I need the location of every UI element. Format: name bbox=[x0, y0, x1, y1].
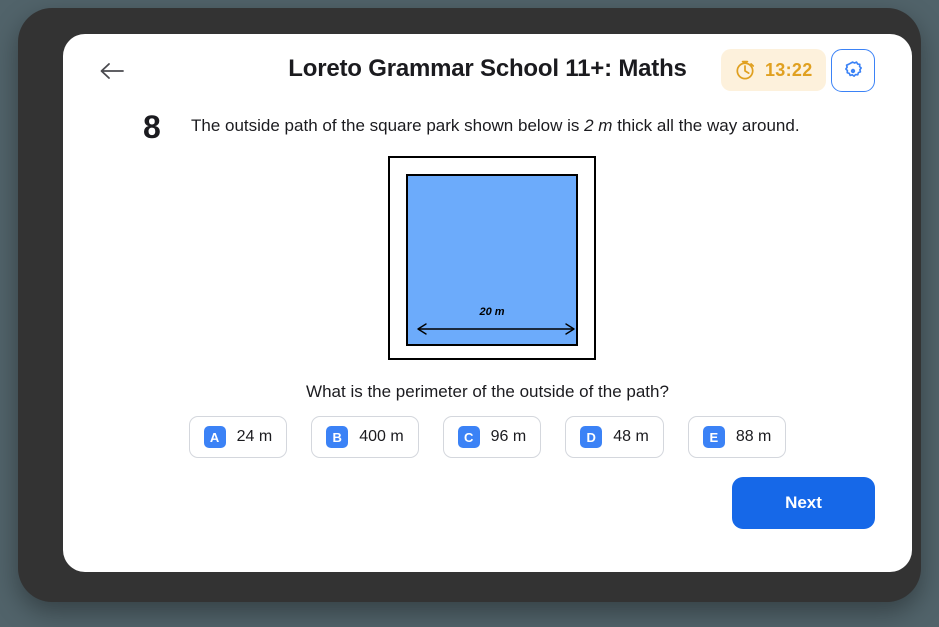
option-letter-badge: E bbox=[702, 426, 725, 448]
answer-option-b[interactable]: B 400 m bbox=[311, 416, 419, 458]
answer-option-c[interactable]: C 96 m bbox=[442, 416, 542, 458]
park-diagram: 20 m bbox=[388, 156, 596, 360]
option-letter-badge: B bbox=[326, 426, 349, 448]
quiz-card: Loreto Grammar School 11+: Maths 13:22 8 bbox=[63, 34, 912, 572]
stopwatch-icon bbox=[736, 60, 755, 80]
option-letter-badge: D bbox=[580, 426, 603, 448]
question-prompt: What is the perimeter of the outside of … bbox=[306, 382, 669, 401]
gear-icon bbox=[845, 60, 862, 77]
inner-park-square: 20 m bbox=[406, 174, 578, 346]
question-text: The outside path of the square park show… bbox=[191, 116, 800, 136]
question-text-emphasis: 2 m bbox=[584, 116, 613, 135]
question-text-before: The outside path of the square park show… bbox=[191, 116, 585, 135]
question-number: 8 bbox=[143, 109, 161, 145]
header-bar: Loreto Grammar School 11+: Maths 13:22 bbox=[63, 34, 912, 104]
answer-options: A 24 m B 400 m C 96 m D 48 m E 88 m bbox=[63, 416, 912, 458]
answer-option-a[interactable]: A 24 m bbox=[188, 416, 288, 458]
answer-option-d[interactable]: D 48 m bbox=[565, 416, 664, 458]
option-label: 400 m bbox=[359, 428, 404, 445]
device-frame: Loreto Grammar School 11+: Maths 13:22 8 bbox=[18, 8, 921, 602]
option-label: 96 m bbox=[490, 428, 527, 445]
timer-badge: 13:22 bbox=[721, 49, 826, 91]
timer-value: 13:22 bbox=[765, 59, 813, 80]
dimension-arrow-icon bbox=[417, 323, 575, 335]
option-label: 24 m bbox=[236, 428, 273, 445]
next-button[interactable]: Next bbox=[732, 477, 875, 529]
option-letter-badge: C bbox=[457, 426, 480, 448]
question-text-after: thick all the way around. bbox=[612, 116, 800, 135]
option-label: 88 m bbox=[735, 428, 772, 445]
settings-button[interactable] bbox=[831, 49, 875, 92]
option-label: 48 m bbox=[613, 428, 649, 445]
answer-option-e[interactable]: E 88 m bbox=[687, 416, 787, 458]
dimension-label: 20 m bbox=[479, 306, 505, 318]
option-letter-badge: A bbox=[203, 426, 226, 448]
